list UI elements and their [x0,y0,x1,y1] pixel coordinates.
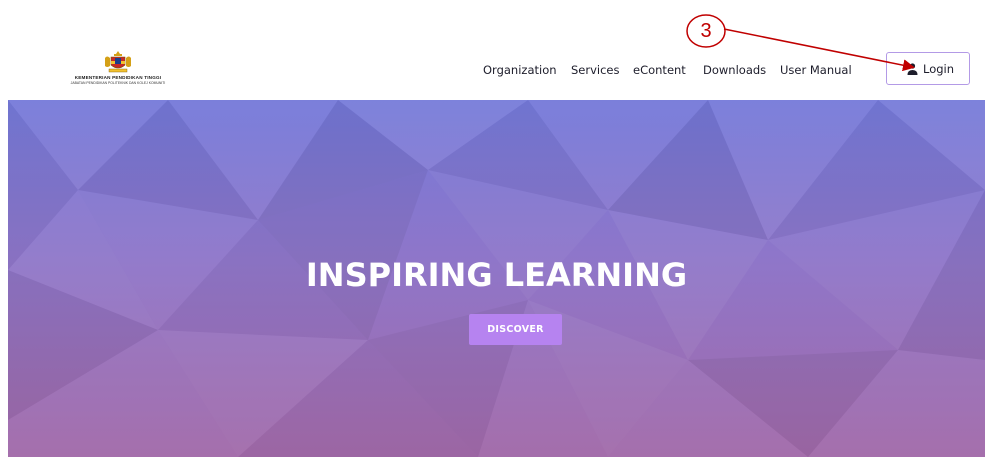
nav-user-manual[interactable]: User Manual [780,62,852,78]
nav-downloads[interactable]: Downloads [703,62,766,78]
nav-econtent[interactable]: eContent [633,62,686,78]
user-icon [907,63,918,75]
login-button[interactable]: Login [886,52,970,85]
login-label: Login [923,62,955,76]
discover-button[interactable]: DISCOVER [469,314,562,345]
hero-title: INSPIRING LEARNING [305,256,688,294]
main-nav: Organization Services eContent Downloads… [0,62,985,78]
nav-services[interactable]: Services [571,62,620,78]
logo-department-name: JABATAN PENDIDIKAN POLITEKNIK DAN KOLEJ … [70,81,166,85]
hero-banner: INSPIRING LEARNING DISCOVER [8,100,985,457]
site-header: KEMENTERIAN PENDIDIKAN TINGGI JABATAN PE… [0,0,985,100]
nav-organization[interactable]: Organization [483,62,557,78]
